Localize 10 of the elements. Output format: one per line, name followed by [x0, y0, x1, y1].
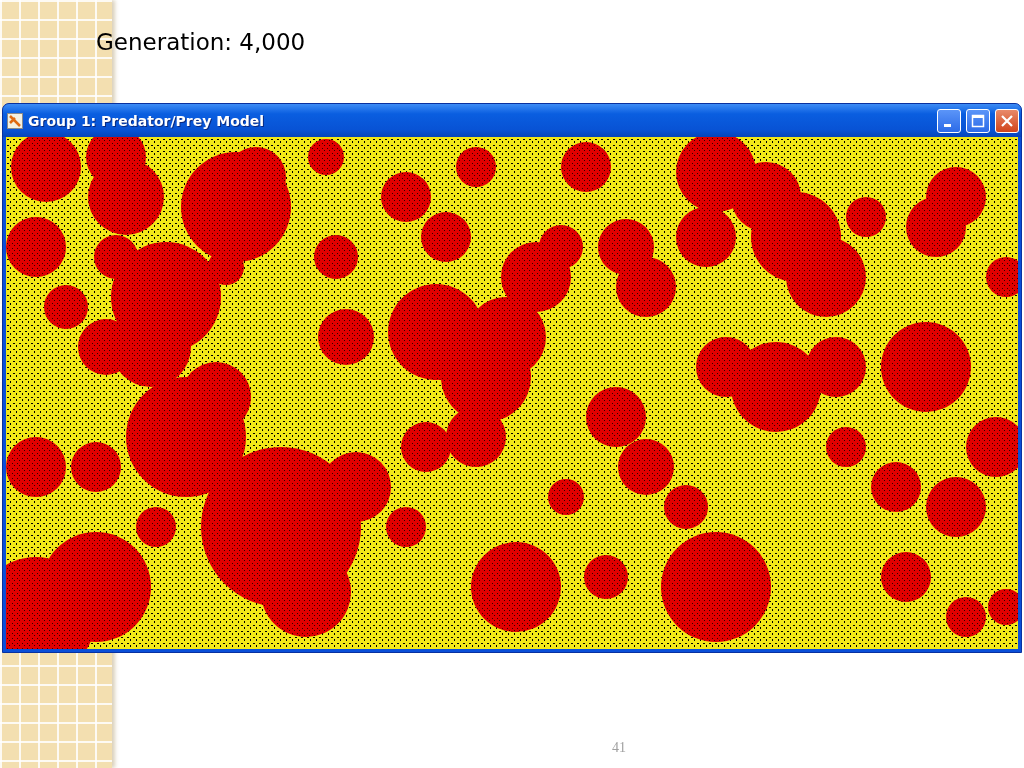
- maximize-button[interactable]: [966, 108, 990, 133]
- slide-heading: Generation: 4,000: [96, 28, 307, 57]
- page-number: 41: [612, 740, 626, 756]
- maximize-icon: [971, 113, 985, 128]
- minimize-button[interactable]: [937, 108, 961, 133]
- window-title: Group 1: Predator/Prey Model: [28, 112, 266, 129]
- close-icon: [1000, 113, 1014, 128]
- close-button[interactable]: [995, 108, 1019, 133]
- minimize-icon: [943, 123, 951, 127]
- app-icon: [7, 112, 23, 129]
